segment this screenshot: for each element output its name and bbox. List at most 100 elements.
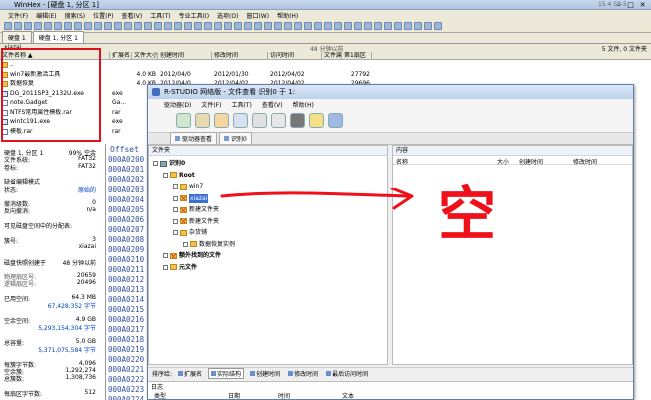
col-created[interactable]: 创建时间 bbox=[519, 157, 543, 166]
tree-node[interactable]: win7 bbox=[173, 182, 203, 191]
column-header[interactable]: 文件属性 bbox=[322, 52, 342, 60]
toolbar-button-icon[interactable] bbox=[44, 22, 52, 30]
toolbar-button-icon[interactable] bbox=[214, 22, 222, 30]
col-size[interactable]: 大小 bbox=[497, 157, 509, 166]
toolbar-button-icon[interactable] bbox=[344, 22, 352, 30]
column-header[interactable]: 修改时间 bbox=[212, 52, 268, 60]
toolbar-button-icon[interactable] bbox=[104, 22, 112, 30]
menu-item-9[interactable]: 帮助(H) bbox=[277, 11, 298, 20]
rstudio-menu-item-4[interactable]: 帮助(H) bbox=[293, 100, 314, 109]
info-icon[interactable] bbox=[328, 113, 343, 128]
column-header[interactable]: 扩展名 bbox=[110, 52, 132, 60]
toolbar-button-icon[interactable] bbox=[334, 22, 342, 30]
tab-disk-1-partition-1[interactable]: 硬盘 1, 分区 1 bbox=[32, 31, 84, 43]
toolbar-button-icon[interactable] bbox=[54, 22, 62, 30]
toolbar-button-icon[interactable] bbox=[424, 22, 432, 30]
tree-node[interactable]: 数据恢复实例 bbox=[183, 240, 235, 249]
expander-icon[interactable] bbox=[163, 264, 168, 270]
expander-icon[interactable] bbox=[163, 253, 168, 258]
sort-accessed[interactable]: 最后访问时间 bbox=[324, 369, 370, 378]
rstudio-menu-item-0[interactable]: 驱动器(D) bbox=[164, 100, 191, 109]
column-header[interactable]: 访问时间 bbox=[268, 52, 322, 60]
toolbar-button-icon[interactable] bbox=[304, 22, 312, 30]
toolbar-button-icon[interactable] bbox=[364, 22, 372, 30]
scan-icon[interactable] bbox=[214, 113, 229, 128]
find-icon[interactable] bbox=[271, 113, 286, 128]
toolbar-button-icon[interactable] bbox=[324, 22, 332, 30]
toolbar-button-icon[interactable] bbox=[194, 22, 202, 30]
col-name[interactable]: 名称 bbox=[396, 157, 408, 166]
menu-item-0[interactable]: 文件(F) bbox=[8, 11, 28, 20]
open-drive-icon[interactable] bbox=[195, 113, 210, 128]
toolbar-button-icon[interactable] bbox=[394, 22, 402, 30]
menu-item-5[interactable]: 工具(T) bbox=[150, 11, 170, 20]
menu-item-8[interactable]: 窗口(W) bbox=[246, 11, 269, 20]
expander-icon[interactable] bbox=[153, 161, 158, 166]
toolbar-button-icon[interactable] bbox=[354, 22, 362, 30]
tree-node[interactable]: 新建文件夹 bbox=[173, 217, 219, 226]
sort-real-structure[interactable]: 实际结构 bbox=[208, 368, 245, 379]
expander-icon[interactable] bbox=[163, 172, 168, 178]
sort-extension[interactable]: 扩展名 bbox=[176, 369, 204, 378]
refresh-icon[interactable] bbox=[176, 113, 191, 128]
menu-item-4[interactable]: 查看(V) bbox=[121, 11, 142, 20]
toolbar-button-icon[interactable] bbox=[134, 22, 142, 30]
expander-icon[interactable] bbox=[173, 218, 178, 224]
toolbar-button-icon[interactable] bbox=[244, 22, 252, 30]
folder-icon[interactable] bbox=[309, 113, 324, 128]
column-header[interactable]: 创建时间 bbox=[158, 52, 212, 60]
expander-icon[interactable] bbox=[173, 184, 178, 189]
stop-icon[interactable] bbox=[290, 113, 305, 128]
toolbar-button-icon[interactable] bbox=[154, 22, 162, 30]
tree-node[interactable]: 额外找到的文件 bbox=[163, 251, 221, 260]
toolbar-button-icon[interactable] bbox=[264, 22, 272, 30]
contents-pane[interactable]: 内容 名称 大小 创建时间 修改时间 bbox=[392, 145, 633, 365]
toolbar-button-icon[interactable] bbox=[314, 22, 322, 30]
toolbar-button-icon[interactable] bbox=[224, 22, 232, 30]
toolbar-button-icon[interactable] bbox=[374, 22, 382, 30]
menu-item-3[interactable]: 位置(P) bbox=[93, 11, 113, 20]
tree-node[interactable]: 新建文件夹 bbox=[173, 205, 219, 214]
toolbar-button-icon[interactable] bbox=[144, 22, 152, 30]
expander-icon[interactable] bbox=[173, 207, 178, 212]
rstudio-menu-item-2[interactable]: 工具(T) bbox=[231, 100, 251, 109]
toolbar-button-icon[interactable] bbox=[14, 22, 22, 30]
toolbar-button-icon[interactable] bbox=[64, 22, 72, 30]
tree-node[interactable]: xiazai bbox=[173, 193, 209, 203]
toolbar-button-icon[interactable] bbox=[414, 22, 422, 30]
expander-icon[interactable] bbox=[173, 195, 178, 201]
expander-icon[interactable] bbox=[183, 241, 188, 247]
toolbar-button-icon[interactable] bbox=[234, 22, 242, 30]
toolbar-button-icon[interactable] bbox=[84, 22, 92, 30]
minimize-icon[interactable]: – bbox=[614, 1, 623, 9]
toolbar-button-icon[interactable] bbox=[404, 22, 412, 30]
toolbar-button-icon[interactable] bbox=[94, 22, 102, 30]
toolbar-button-icon[interactable] bbox=[164, 22, 172, 30]
sort-created[interactable]: 创建时间 bbox=[248, 369, 282, 378]
toolbar-button-icon[interactable] bbox=[254, 22, 262, 30]
toolbar-button-icon[interactable] bbox=[184, 22, 192, 30]
col-modified[interactable]: 修改时间 bbox=[573, 157, 597, 166]
tree-node[interactable]: Root bbox=[163, 171, 195, 180]
sort-modified[interactable]: 修改时间 bbox=[286, 369, 320, 378]
toolbar-button-icon[interactable] bbox=[24, 22, 32, 30]
toolbar-button-icon[interactable] bbox=[384, 22, 392, 30]
folders-pane[interactable]: 文件夹 识别0 Root win7 xiazai 新建文件夹 新建文件夹 杂货铺 数据恢复实例… bbox=[148, 145, 388, 365]
toolbar-button-icon[interactable] bbox=[434, 22, 442, 30]
tab-recognized-0[interactable]: 识别0 bbox=[219, 132, 252, 144]
expander-icon[interactable] bbox=[173, 230, 178, 235]
rstudio-menu-item-3[interactable]: 查看(V) bbox=[262, 100, 283, 109]
toolbar-button-icon[interactable] bbox=[284, 22, 292, 30]
toolbar-button-icon[interactable] bbox=[294, 22, 302, 30]
toolbar-button-icon[interactable] bbox=[174, 22, 182, 30]
tree-node[interactable]: 元文件 bbox=[163, 263, 197, 272]
menu-item-2[interactable]: 搜索(S) bbox=[65, 11, 86, 20]
toolbar-button-icon[interactable] bbox=[74, 22, 82, 30]
toolbar-button-icon[interactable] bbox=[274, 22, 282, 30]
column-header[interactable]: 文件大小 bbox=[132, 52, 158, 60]
tree-node[interactable]: 识别0 bbox=[153, 159, 185, 168]
settings-icon[interactable] bbox=[252, 113, 267, 128]
toolbar-button-icon[interactable] bbox=[4, 22, 12, 30]
close-icon[interactable]: ✕ bbox=[638, 1, 647, 9]
menu-item-7[interactable]: 选项(O) bbox=[217, 11, 238, 20]
